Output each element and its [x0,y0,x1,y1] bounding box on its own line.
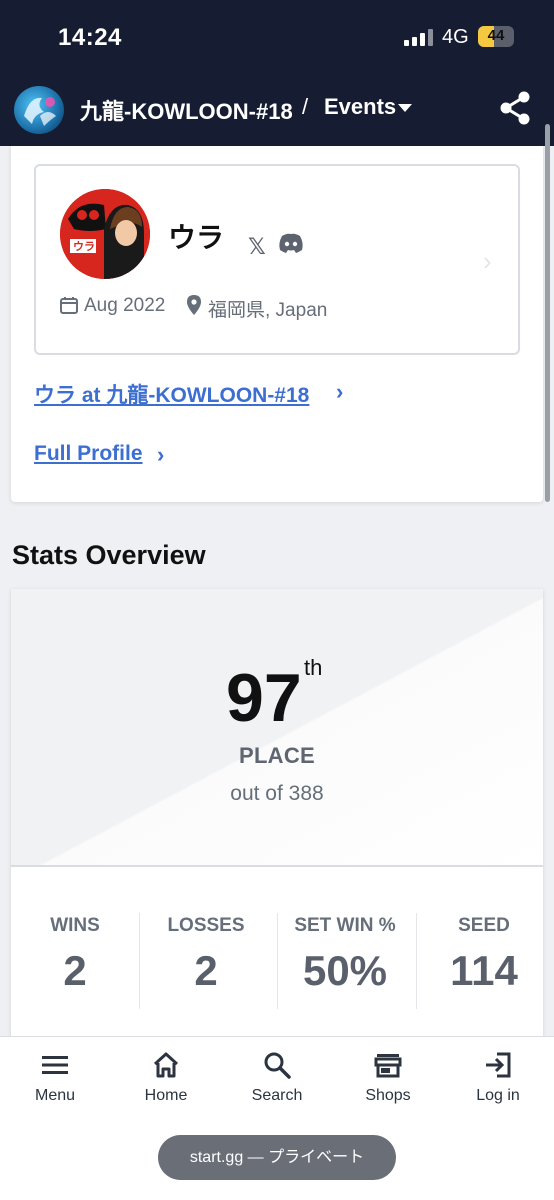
stat-value: 2 [63,947,87,994]
tab-label: Home [144,1087,188,1104]
browser-url-pill[interactable]: start.gg — プライベート [158,1135,396,1180]
tab-label: Search [251,1087,303,1104]
status-bar: 14:24 4G 44 [0,0,554,74]
status-time: 14:24 [58,24,122,51]
caret-down-icon[interactable] [398,104,412,112]
tab-login[interactable]: Log in [443,1037,553,1127]
stat-label: SET WIN % [294,915,396,936]
stat-losses: LOSSES 2 [142,885,270,1013]
stats-card: 97 th PLACE out of 388 WINS 2 LOSSES 2 S… [11,589,543,1049]
stat-label: LOSSES [167,915,245,936]
chevron-right-icon: › [483,246,492,276]
battery-icon: 44 [478,26,514,47]
player-name: ウラ [168,222,225,253]
divider [416,913,417,1009]
signal-icon [404,28,434,46]
divider [277,913,278,1009]
network-type: 4G [442,26,469,48]
search-icon [264,1052,291,1079]
tournament-logo[interactable] [14,86,64,134]
tab-menu[interactable]: Menu [0,1037,110,1127]
stat-value: 114 [450,947,518,994]
full-profile-link[interactable]: Full Profile [34,442,143,466]
menu-icon [42,1056,68,1074]
placement-suffix: th [304,655,323,680]
placement-number: 97 [226,660,302,736]
stat-seed: SEED 114 [420,885,548,1013]
tab-search[interactable]: Search [222,1037,332,1127]
events-dropdown[interactable]: Events [324,94,396,120]
placement-label: PLACE [238,743,316,768]
avatar: ウラ [60,189,150,279]
home-icon [153,1052,179,1078]
shop-icon [374,1054,402,1078]
tab-home[interactable]: Home [111,1037,221,1127]
location-pin-icon [187,295,201,315]
stat-set-win-percent: SET WIN % 50% [281,885,409,1013]
stat-value: 50% [302,947,388,994]
battery-level: 44 [487,27,505,44]
chevron-right-icon: › [157,442,165,467]
tab-label: Shops [365,1087,411,1104]
member-since: Aug 2022 [84,295,166,316]
divider [139,913,140,1009]
tab-label: Log in [476,1087,520,1104]
tab-label: Menu [34,1087,76,1104]
tab-shops[interactable]: Shops [333,1037,443,1127]
share-icon[interactable] [498,90,532,126]
scrollbar[interactable] [545,124,550,502]
event-entrant-link[interactable]: ウラ at 九龍-KOWLOON-#18 [34,379,309,409]
player-card[interactable]: ウラ ウラ 𝕏 › Aug 2022 福岡県, Japan [34,164,520,355]
chevron-right-icon: › [336,379,344,404]
stats-heading: Stats Overview [12,540,206,570]
tournament-title[interactable]: 九龍-KOWLOON-#18 [80,94,293,126]
x-icon[interactable]: 𝕏 [248,234,266,260]
discord-icon[interactable] [278,232,304,254]
player-location: 福岡県, Japan [208,300,328,321]
stat-label: WINS [50,915,100,936]
breadcrumb-separator: / [302,94,309,119]
placement-block: 97 th PLACE out of 388 [11,589,543,867]
login-icon [486,1052,511,1078]
calendar-icon [60,297,78,314]
stat-label: SEED [458,915,510,936]
stat-value: 2 [194,947,218,994]
profile-section: ウラ ウラ 𝕏 › Aug 2022 福岡県, Japan ウラ at 九龍-K… [11,146,543,502]
stat-wins: WINS 2 [11,885,139,1013]
svg-text:ウラ: ウラ [73,240,95,253]
placement-total: out of 388 [230,782,324,805]
top-nav: 九龍-KOWLOON-#18 / Events [0,74,554,146]
